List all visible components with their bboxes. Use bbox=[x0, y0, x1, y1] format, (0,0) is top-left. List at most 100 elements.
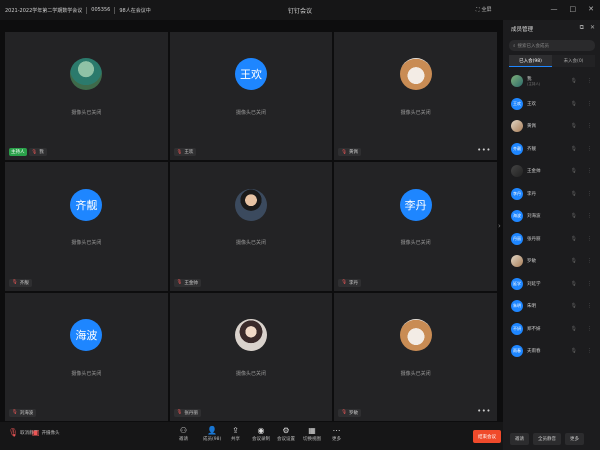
invite-button[interactable]: ⚇ 邀请 bbox=[179, 426, 188, 442]
more-dots-icon[interactable]: ⋮ bbox=[587, 281, 592, 287]
members-icon: 👤 bbox=[207, 426, 218, 435]
panel-controls: ⧉ ✕ bbox=[580, 24, 595, 32]
member-search-input[interactable]: ⌕ 搜索已入会成员 bbox=[509, 40, 595, 51]
fullscreen-button[interactable]: ⛶ 全屏 bbox=[476, 6, 492, 14]
video-tile[interactable]: 齐靓 摄像头已关闭 🎙 齐靓 bbox=[5, 162, 168, 291]
member-row[interactable]: 不妍 郑不妍 🎙 ⋮ bbox=[503, 318, 600, 341]
more-dots-icon[interactable]: ⋮ bbox=[587, 326, 592, 332]
mic-icon[interactable]: 🎙 bbox=[571, 168, 577, 174]
popout-icon[interactable]: ⧉ bbox=[580, 24, 584, 32]
mic-icon[interactable]: 🎙 bbox=[571, 348, 577, 354]
member-name-block: 黄佩 bbox=[527, 123, 536, 129]
mic-icon[interactable]: 🎙 bbox=[571, 191, 577, 197]
more-dots-icon[interactable]: ⋮ bbox=[587, 123, 592, 129]
camera-off-text: 摄像头已关闭 bbox=[400, 109, 431, 116]
minimize-icon[interactable]: — bbox=[551, 5, 558, 13]
member-avatar-text: 雨春 bbox=[513, 348, 521, 354]
more-dots-icon[interactable]: ••• bbox=[477, 146, 491, 154]
layout-button[interactable]: ▦ 切换视图 bbox=[303, 426, 321, 442]
member-row[interactable]: 王欢 王欢 🎙 ⋮ bbox=[503, 93, 600, 116]
member-row[interactable]: 雨春 夫雨春 🎙 ⋮ bbox=[503, 340, 600, 363]
video-tile[interactable]: 摄像头已关闭 🎙 罗敏 ••• bbox=[334, 292, 497, 421]
members-button[interactable]: 👤 成员(98) bbox=[203, 426, 221, 442]
participant-name: 张丹丽 bbox=[184, 410, 198, 416]
mic-icon[interactable]: 🎙 bbox=[571, 146, 577, 152]
video-tile[interactable]: 海波 摄像头已关闭 🎙 刘海波 bbox=[5, 292, 168, 421]
more-dots-icon[interactable]: ••• bbox=[477, 407, 491, 415]
end-meeting-button[interactable]: 结束会议 bbox=[473, 430, 501, 443]
video-tile[interactable]: 摄像头已关闭 🎙 王金帅 bbox=[169, 162, 333, 291]
close-icon[interactable]: ✕ bbox=[588, 5, 594, 13]
member-row[interactable]: 王金帅 🎙 ⋮ bbox=[503, 160, 600, 183]
more-button[interactable]: ⋯ 更多 bbox=[332, 426, 341, 442]
more-dots-icon[interactable]: ⋮ bbox=[587, 213, 592, 219]
mic-icon[interactable]: 🎙 bbox=[571, 281, 577, 287]
member-icons: 🎙 ⋮ bbox=[571, 146, 592, 152]
maximize-icon[interactable]: □ bbox=[570, 5, 577, 13]
tab-joined[interactable]: 已入会(98) bbox=[509, 55, 552, 67]
member-row[interactable]: 黄佩 🎙 ⋮ bbox=[503, 115, 600, 138]
more-dots-icon[interactable]: ⋮ bbox=[587, 348, 592, 354]
video-tile[interactable]: 摄像头已关闭 🎙 张丹丽 bbox=[169, 292, 333, 421]
participant-name: 李丹 bbox=[349, 280, 359, 286]
member-name-block: 王欢 bbox=[527, 101, 536, 107]
mute-all-button[interactable]: 全员静音 bbox=[533, 433, 561, 445]
mic-icon[interactable]: 🎙 bbox=[571, 236, 577, 242]
mic-icon[interactable]: 🎙 bbox=[571, 326, 577, 332]
member-row[interactable]: 丹丽 张丹丽 🎙 ⋮ bbox=[503, 228, 600, 251]
settings-button[interactable]: ⚙ 会议设置 bbox=[277, 426, 295, 442]
member-name: 刘延学 bbox=[527, 281, 541, 287]
panel-more-button[interactable]: 更多 bbox=[565, 433, 584, 445]
name-tag: 主持人 🎙 我 bbox=[9, 148, 47, 157]
share-button[interactable]: ⇪ 共享 bbox=[231, 426, 240, 442]
fullscreen-icon: ⛶ bbox=[476, 6, 480, 13]
more-dots-icon[interactable]: ⋮ bbox=[587, 101, 592, 107]
member-name: 刘海波 bbox=[527, 214, 541, 220]
video-tile[interactable]: 摄像头已关闭 🎙 黄佩 ••• bbox=[334, 32, 497, 161]
mic-icon[interactable]: 🎙 bbox=[571, 78, 577, 84]
member-avatar: 丹丽 bbox=[511, 232, 523, 245]
video-tile[interactable]: 王欢 摄像头已关闭 🎙 王欢 bbox=[169, 32, 333, 161]
participant-name: 王欢 bbox=[184, 150, 194, 156]
member-icons: 🎙 ⋮ bbox=[571, 168, 592, 174]
member-tabs: 已入会(98) 未入会(0) bbox=[509, 55, 595, 67]
member-row[interactable]: 罗敏 🎙 ⋮ bbox=[503, 250, 600, 273]
member-row[interactable]: 李丹 李丹 🎙 ⋮ bbox=[503, 183, 600, 206]
mic-muted-icon: 🎙 bbox=[176, 149, 183, 155]
record-button[interactable]: ◉ 会议录制 bbox=[252, 426, 270, 442]
member-name-block: 夫雨春 bbox=[527, 348, 541, 354]
video-tile[interactable]: 摄像头已关闭 主持人 🎙 我 bbox=[5, 32, 168, 161]
mic-icon[interactable]: 🎙 bbox=[571, 303, 577, 309]
mic-icon[interactable]: 🎙 bbox=[571, 258, 577, 264]
invite-member-button[interactable]: 邀请 bbox=[510, 433, 529, 445]
more-dots-icon[interactable]: ⋮ bbox=[587, 146, 592, 152]
more-dots-icon[interactable]: ⋮ bbox=[587, 258, 592, 264]
member-name-block: 王金帅 bbox=[527, 168, 541, 174]
mic-muted-icon: 🎙 bbox=[31, 149, 38, 155]
member-avatar: 海波 bbox=[511, 210, 523, 223]
member-row[interactable]: 齐靓 齐靓 🎙 ⋮ bbox=[503, 138, 600, 161]
tab-not-joined[interactable]: 未入会(0) bbox=[552, 55, 595, 67]
more-dots-icon[interactable]: ⋮ bbox=[587, 303, 592, 309]
participant-avatar: 海波 bbox=[70, 319, 103, 351]
member-row[interactable]: 朱明 朱明 🎙 ⋮ bbox=[503, 295, 600, 318]
member-row[interactable]: 延学 刘延学 🎙 ⋮ bbox=[503, 273, 600, 296]
more-dots-icon[interactable]: ⋮ bbox=[587, 236, 592, 242]
more-dots-icon[interactable]: ⋮ bbox=[587, 191, 592, 197]
title-bar: 2021-2022学年第二学期数学会议 005356 98人在会议中 钉钉会议 … bbox=[0, 0, 600, 20]
video-tile[interactable]: 李丹 摄像头已关闭 🎙 李丹 bbox=[334, 162, 497, 291]
mic-icon[interactable]: 🎙 bbox=[571, 213, 577, 219]
member-name-block: 朱明 bbox=[527, 303, 536, 309]
window-controls: — □ ✕ bbox=[551, 5, 595, 13]
collapse-panel-icon[interactable]: › bbox=[498, 222, 501, 230]
member-name-block: 张丹丽 bbox=[527, 236, 541, 242]
more-dots-icon[interactable]: ⋮ bbox=[587, 168, 592, 174]
close-panel-icon[interactable]: ✕ bbox=[590, 24, 595, 32]
member-row[interactable]: 海波 刘海波 🎙 ⋮ bbox=[503, 205, 600, 228]
mic-icon[interactable]: 🎙 bbox=[571, 101, 577, 107]
settings-label: 会议设置 bbox=[277, 437, 295, 442]
member-row[interactable]: 我 (主持人) 🎙 ⋮ bbox=[503, 70, 600, 93]
camera-button[interactable]: ▣ 开摄像头 bbox=[32, 428, 60, 437]
more-dots-icon[interactable]: ⋮ bbox=[587, 78, 592, 84]
mic-icon[interactable]: 🎙 bbox=[571, 123, 577, 129]
